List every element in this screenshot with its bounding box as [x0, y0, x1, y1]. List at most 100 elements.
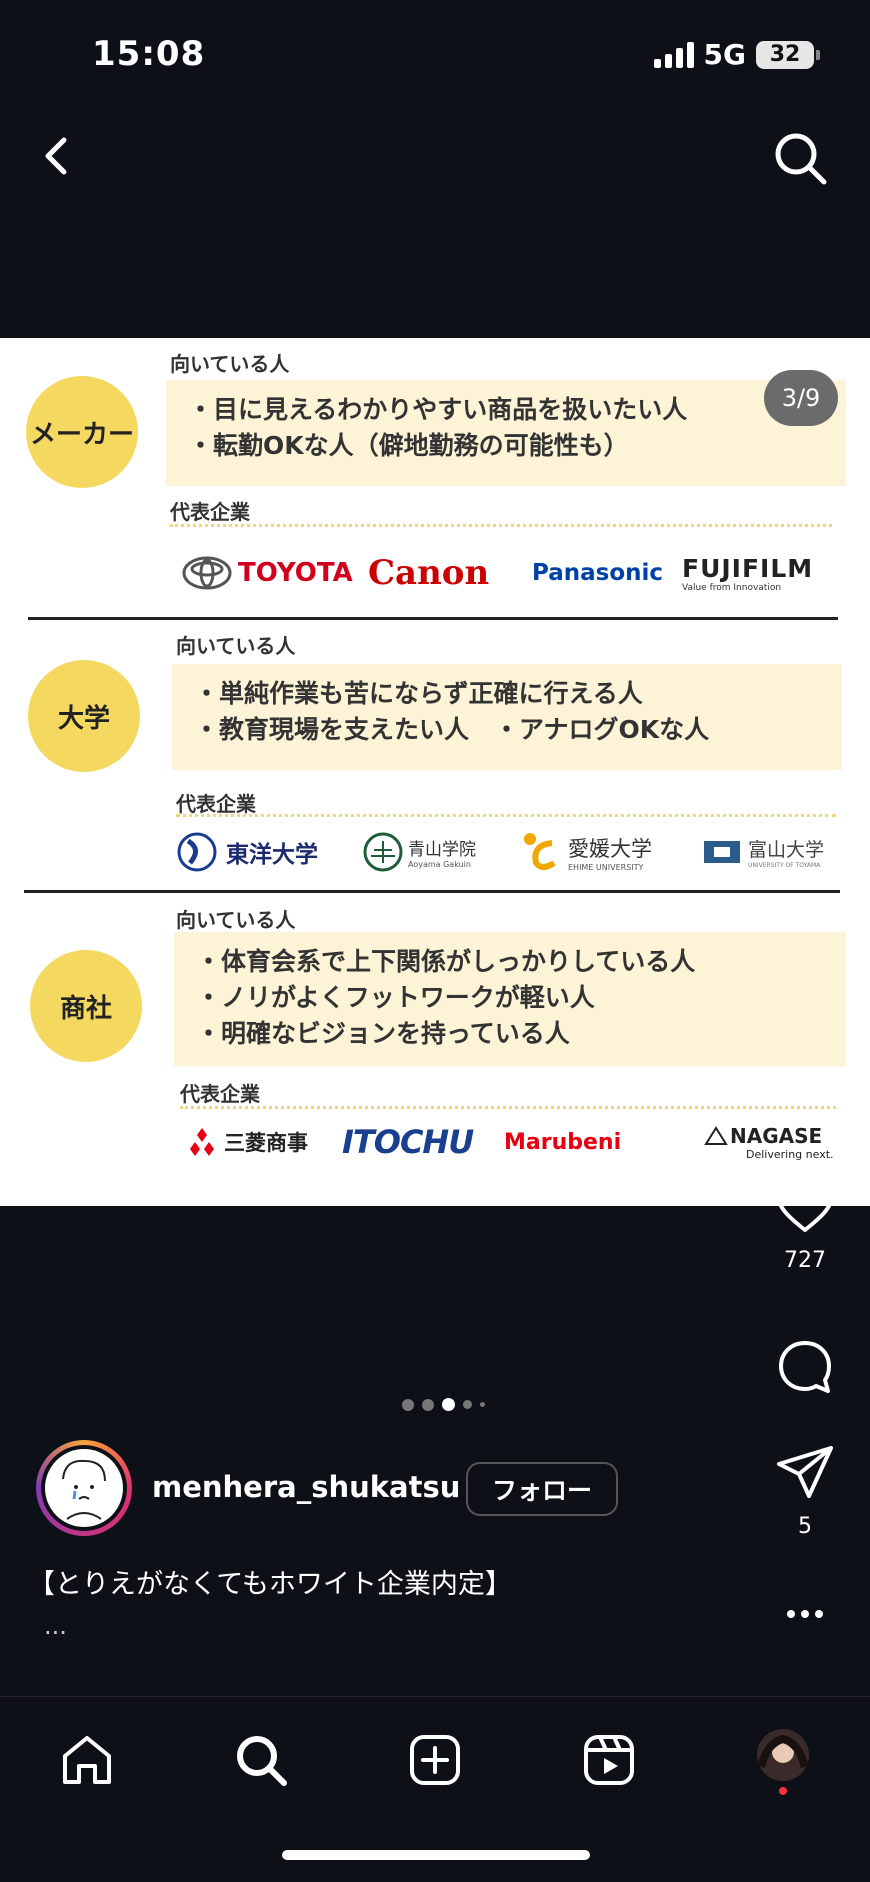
back-icon [45, 137, 67, 175]
carousel-dot [480, 1402, 485, 1407]
rep-label: 代表企業 [170, 500, 250, 524]
share-action: 5 [772, 1444, 838, 1539]
toyo-logo: 東洋大学 [176, 831, 362, 873]
carousel-dot [402, 1398, 414, 1411]
caption-more[interactable]: ... [44, 1612, 67, 1640]
like-count: 727 [784, 1248, 826, 1273]
category-circle: 商社 [30, 950, 142, 1062]
profile-avatar-ring[interactable] [36, 1440, 132, 1536]
mitsubishi-diamonds-icon [190, 1128, 214, 1156]
nav-home[interactable] [52, 1725, 122, 1795]
carousel-dot [422, 1398, 434, 1411]
comment-action [772, 1338, 838, 1396]
home-icon [63, 1736, 111, 1784]
category-label: 商社 [59, 993, 112, 1024]
search-icon [775, 133, 827, 185]
slide-counter: 3/9 [764, 370, 838, 426]
share-icon[interactable] [775, 1444, 835, 1500]
aoyama-logo: 青山学院 Aoyama Gakuin [362, 831, 520, 873]
profile-avatar [757, 1729, 809, 1795]
section-divider [28, 617, 838, 620]
back-button[interactable] [30, 128, 86, 184]
follow-button[interactable]: フォロー [466, 1462, 618, 1516]
aoyama-emblem-icon [363, 832, 403, 872]
nav-reels[interactable] [574, 1725, 644, 1795]
fujifilm-logo: FUJIFILM Value from Innovation [682, 554, 813, 593]
share-count: 5 [798, 1514, 812, 1539]
battery-icon: 32 [756, 40, 820, 69]
logo-row: 三菱商事 ITOCHU Marubeni NAGASE Delivering n… [186, 1114, 846, 1170]
search-button[interactable] [770, 128, 830, 188]
traits-box: ・目に見えるわかりやすい商品を扱いたい人 ・転勤OKな人（僻地勤務の可能性も） [166, 380, 846, 486]
signal-icon [653, 41, 694, 68]
nav-create[interactable] [400, 1725, 470, 1795]
company-name: 富山大学 [748, 839, 825, 861]
company-name: TOYOTA [238, 558, 353, 588]
fit-label: 向いている人 [170, 352, 290, 376]
create-icon [410, 1735, 460, 1785]
company-tagline: EHIME UNIVERSITY [568, 862, 644, 872]
comment-icon[interactable] [776, 1338, 834, 1396]
section-divider [24, 890, 840, 893]
company-tagline: Delivering next. [746, 1147, 834, 1161]
username[interactable]: menhera_shukatsu [152, 1470, 460, 1504]
like-action: 727 [772, 1178, 838, 1273]
status-time: 15:08 [92, 34, 206, 74]
fit-label: 向いている人 [176, 908, 296, 932]
company-tagline: Aoyama Gakuin [408, 860, 471, 869]
company-tagline: Value from Innovation [682, 582, 782, 593]
company-name: FUJIFILM [682, 553, 814, 583]
carousel-dot [463, 1400, 472, 1409]
ehime-emblem-icon [524, 833, 556, 870]
company-name: NAGASE [730, 1123, 823, 1148]
logo-row: TOYOTA Canon Panasonic FUJIFILM Value fr… [182, 548, 822, 598]
nagase-triangle-icon [704, 1125, 728, 1145]
category-label: メーカー [29, 419, 134, 450]
company-name: 東洋大学 [226, 842, 318, 868]
ehime-logo: 愛媛大学 EHIME UNIVERSITY [520, 829, 702, 875]
company-name: 愛媛大学 [568, 836, 652, 861]
toyota-logo: TOYOTA [182, 556, 368, 590]
dotted-separator [170, 524, 832, 527]
carousel-dot-active [442, 1398, 455, 1411]
trait-item: ・転勤OKな人（僻地勤務の可能性も） [188, 431, 629, 460]
traits-box: ・単純作業も苦にならず正確に行える人 ・教育現場を支えたい人 ・アナログOKな人 [172, 664, 842, 770]
category-label: 大学 [57, 703, 110, 734]
dotted-separator [180, 1106, 836, 1109]
toyota-emblem-icon [182, 556, 232, 590]
nav-profile[interactable] [748, 1725, 818, 1795]
more-action[interactable] [772, 1608, 838, 1620]
company-name: Canon [368, 553, 490, 593]
reels-icon [584, 1735, 634, 1785]
toyama-logo: 富山大学 UNIVERSITY OF TOYAMA [702, 835, 824, 869]
trait-item: ・教育現場を支えたい人 ・アナログOKな人 [194, 715, 710, 744]
trait-item: ・目に見えるわかりやすい商品を扱いたい人 [188, 395, 688, 424]
category-circle: メーカー [26, 376, 138, 488]
more-icon [787, 1610, 823, 1618]
company-tagline: UNIVERSITY OF TOYAMA [748, 862, 821, 869]
toyo-emblem-icon [177, 832, 217, 872]
heart-icon[interactable] [774, 1178, 836, 1234]
dotted-separator [176, 814, 836, 817]
logo-row: 東洋大学 青山学院 Aoyama Gakuin 愛媛大学 EHIME UNIVE… [176, 824, 836, 880]
post-caption: 【とりえがなくてもホワイト企業内定】 [28, 1569, 512, 1600]
profile-avatar [45, 1449, 123, 1527]
category-circle: 大学 [28, 660, 140, 772]
post-image[interactable]: 向いている人 メーカー ・目に見えるわかりやすい商品を扱いたい人 ・転勤OKな人… [0, 338, 870, 1206]
nav-search[interactable] [226, 1725, 296, 1795]
trait-item: ・明確なビジョンを持っている人 [196, 1019, 570, 1048]
rep-label: 代表企業 [180, 1082, 260, 1106]
trait-item: ・単純作業も苦にならず正確に行える人 [194, 679, 643, 708]
company-name: Marubeni [504, 1129, 622, 1155]
trait-item: ・体育会系で上下関係がしっかりしている人 [196, 947, 696, 976]
traits-box: ・体育会系で上下関係がしっかりしている人 ・ノリがよくフットワークが軽い人 ・明… [174, 932, 846, 1066]
search-nav-icon [237, 1736, 287, 1786]
toyama-emblem-icon [704, 841, 740, 863]
battery-level: 32 [769, 41, 801, 67]
mitsubishi-logo: 三菱商事 [186, 1127, 342, 1157]
company-name: 三菱商事 [224, 1131, 308, 1155]
network-type: 5G [703, 38, 746, 71]
company-name: ITOCHU [342, 1123, 474, 1161]
avatar-illustration-icon [62, 1459, 106, 1520]
home-indicator [282, 1850, 590, 1860]
